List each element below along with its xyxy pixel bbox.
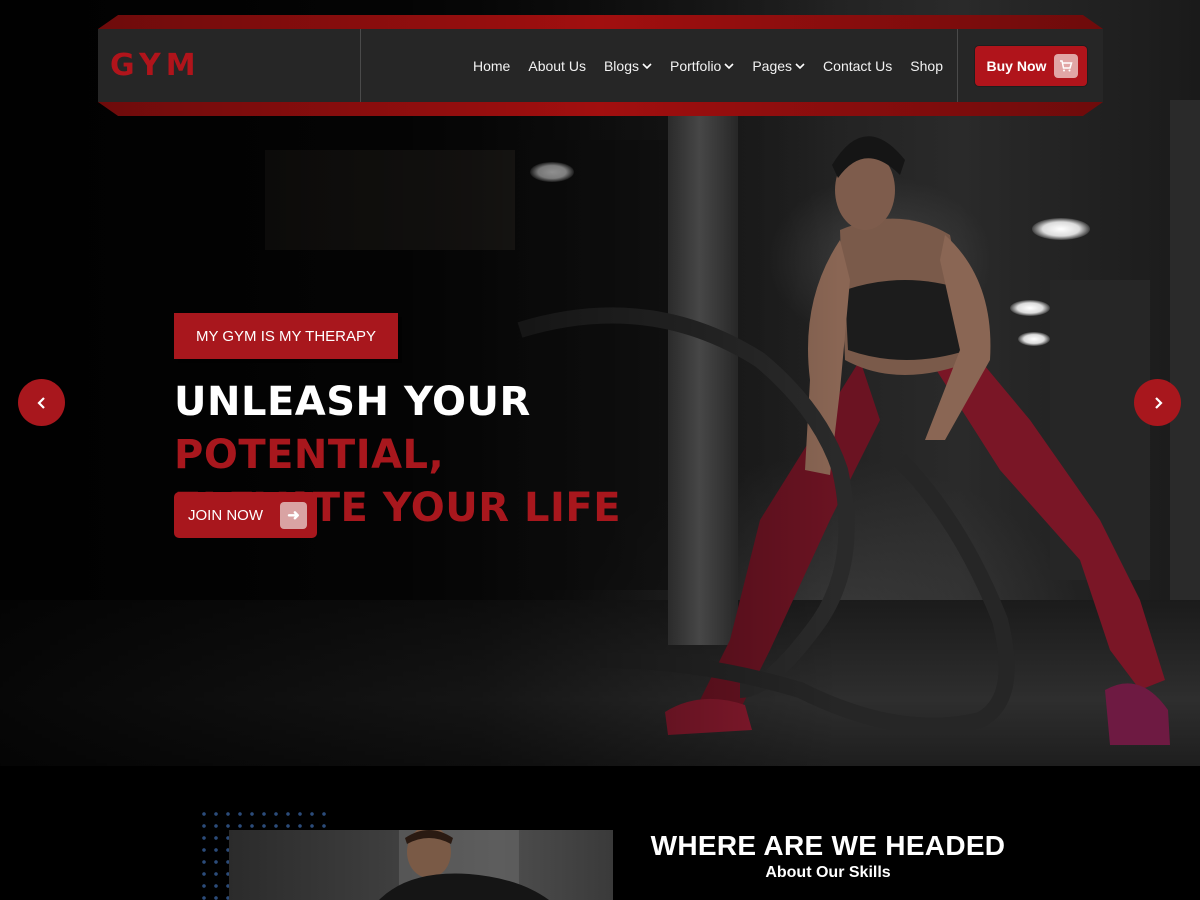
navbar-accent-bottom: [98, 102, 1103, 116]
about-image: [229, 830, 613, 900]
section-subtitle: About Our Skills: [765, 864, 891, 881]
navbar-body: GYM Home About Us Blogs Portfolio Pages …: [98, 29, 1103, 102]
nav-item-label: Blogs: [603, 57, 639, 74]
join-now-label: JOIN NOW: [188, 506, 263, 524]
nav-menu: Home About Us Blogs Portfolio Pages Cont…: [361, 29, 957, 102]
about-section: WHERE ARE WE HEADED About Our Skills: [0, 766, 1200, 900]
nav-actions: Buy Now: [957, 29, 1103, 102]
nav-item-home[interactable]: Home: [473, 58, 510, 74]
buy-now-button[interactable]: Buy Now: [974, 45, 1087, 86]
nav-item-portfolio[interactable]: Portfolio: [670, 58, 734, 74]
nav-item-label: Home: [473, 57, 511, 74]
navbar-accent-top: [98, 15, 1103, 29]
headline-part2: POTENTIAL,: [174, 432, 445, 478]
nav-item-contact-us[interactable]: Contact Us: [823, 58, 892, 74]
buy-now-label: Buy Now: [986, 57, 1047, 74]
main-navbar: GYM Home About Us Blogs Portfolio Pages …: [98, 15, 1103, 116]
hero-tagline: MY GYM IS MY THERAPY: [174, 313, 398, 359]
chevron-left-icon: [36, 396, 45, 409]
join-now-button[interactable]: JOIN NOW ➜: [174, 492, 317, 538]
chevron-down-icon: [795, 62, 805, 69]
arrow-right-icon: ➜: [280, 501, 307, 529]
nav-item-blogs[interactable]: Blogs: [604, 58, 652, 74]
cart-icon: [1053, 53, 1078, 78]
chevron-right-icon: [1154, 396, 1163, 409]
nav-item-pages[interactable]: Pages: [752, 58, 805, 74]
nav-item-label: About Us: [528, 57, 586, 74]
chevron-down-icon: [642, 62, 652, 69]
chevron-down-icon: [724, 62, 734, 69]
site-logo[interactable]: GYM: [98, 29, 361, 102]
nav-item-label: Portfolio: [669, 57, 722, 74]
headline-part1: UNLEASH YOUR: [174, 379, 531, 425]
nav-item-shop[interactable]: Shop: [910, 58, 943, 74]
slider-next-button[interactable]: [1134, 379, 1181, 426]
hero-section: GYM Home About Us Blogs Portfolio Pages …: [0, 0, 1200, 766]
nav-item-label: Contact Us: [823, 57, 893, 74]
slider-prev-button[interactable]: [18, 379, 65, 426]
nav-item-label: Pages: [752, 57, 793, 74]
section-title: WHERE ARE WE HEADED: [650, 830, 1006, 861]
nav-item-label: Shop: [910, 57, 943, 74]
nav-item-about-us[interactable]: About Us: [528, 58, 586, 74]
